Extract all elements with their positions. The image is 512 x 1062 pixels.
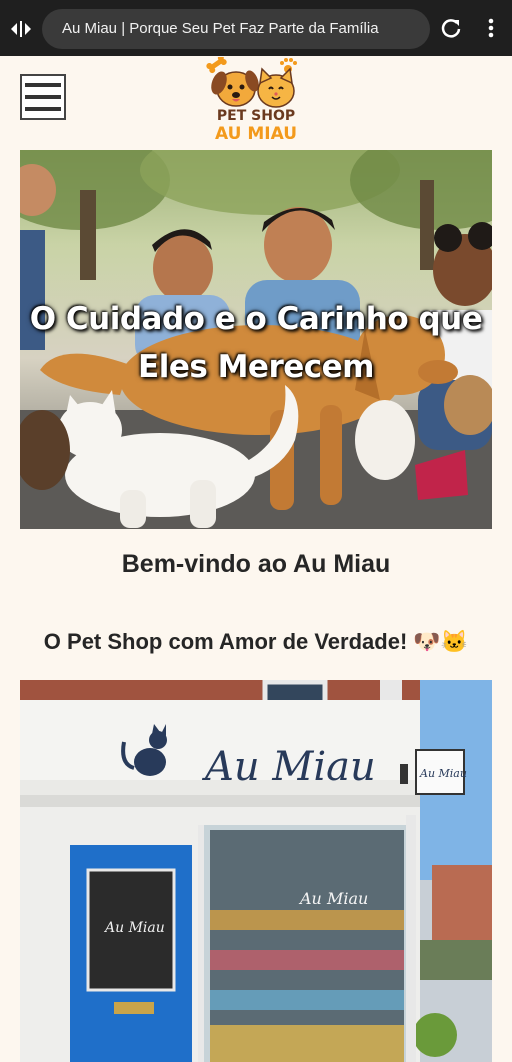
store-front-photo: Au Miau Au Miau Au Miau Au Miau [20,680,492,1062]
window-text: Au Miau [298,889,368,908]
menu-bar [25,95,61,99]
menu-button[interactable] [20,74,66,120]
logo-text-pet-shop: PET SHOP [216,108,296,124]
door-text: Au Miau [103,920,165,936]
hero-title: O Cuidado e o Carinho que Eles Merecem [29,301,483,385]
logo-text-au-miau: AU MIAU [214,124,298,144]
hanging-sign-text: Au Miau [419,767,467,780]
site-logo[interactable]: PET SHOP AU MIAU [206,54,306,149]
menu-bar [25,83,61,87]
store-front-illustration: Au Miau Au Miau Au Miau Au Miau [20,680,492,1062]
hero-banner: O Cuidado e o Carinho que Eles Merecem [20,150,492,529]
more-options-icon[interactable] [482,17,500,39]
store-sign-text: Au Miau [201,744,376,790]
dog-cat-logo-icon [206,54,297,108]
address-bar[interactable]: Au Miau | Porque Seu Pet Faz Parte da Fa… [42,9,430,49]
welcome-heading: Bem-vindo ao Au Miau [121,550,391,578]
site-controls-icon[interactable] [8,16,34,42]
tagline-heading: O Pet Shop com Amor de Verdade! 🐶🐱 [43,629,469,654]
browser-toolbar: Au Miau | Porque Seu Pet Faz Parte da Fa… [0,0,512,56]
reload-icon[interactable] [440,17,462,39]
menu-bar [25,107,61,111]
